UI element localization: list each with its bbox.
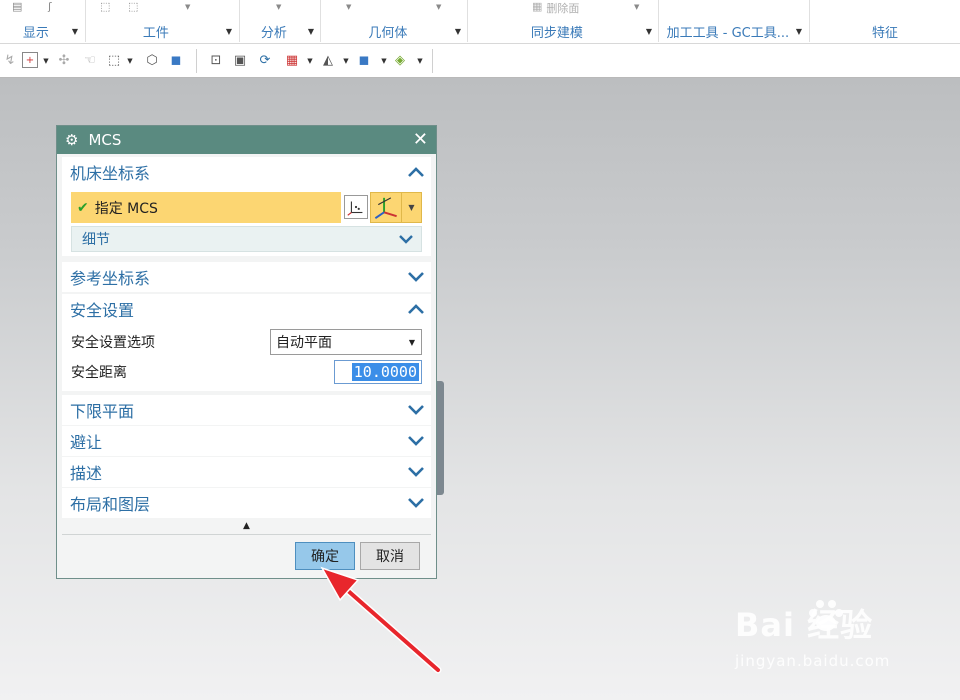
ribbon-group-sync-modeling[interactable]: 同步建模 ▼: [468, 21, 658, 41]
chevron-down-icon: ▼: [225, 26, 232, 36]
section-description: 描述: [62, 457, 431, 487]
dialog-title: MCS: [88, 131, 122, 149]
safe-distance-row: 安全距离 10.0000: [71, 359, 422, 385]
chevron-down-icon: [405, 461, 427, 483]
delete-face-item: ▦ 删除面: [532, 0, 580, 15]
chevron-down-icon[interactable]: ▼: [126, 53, 134, 69]
ok-button[interactable]: 确定: [295, 542, 355, 570]
toolbar-separator: [432, 49, 433, 73]
chevron-down-icon[interactable]: ▼: [416, 53, 424, 69]
ribbon-group-machining-tools[interactable]: 加工工具 - GC工具... ▼: [660, 21, 808, 41]
chevron-down-icon: ▼: [408, 337, 415, 347]
ribbon-group-features[interactable]: 特征: [810, 21, 960, 41]
gear-icon: ⚙: [65, 131, 79, 149]
curve-icon[interactable]: ʃ: [48, 0, 52, 13]
csys-type-button[interactable]: ▼: [370, 192, 422, 223]
csys-dialog-button[interactable]: [344, 195, 368, 219]
watermark-url: jingyan.baidu.com: [735, 652, 891, 670]
chevron-down-icon: ▼: [307, 26, 314, 36]
section-header-description[interactable]: 描述: [62, 457, 431, 487]
check-icon: ✔: [77, 199, 89, 216]
chevron-down-icon: ▼: [645, 26, 652, 36]
chevron-down-icon[interactable]: ▼: [42, 53, 50, 69]
chevron-down-icon: [405, 399, 427, 421]
point-icon[interactable]: ✣: [56, 52, 72, 68]
close-icon[interactable]: ✕: [413, 131, 428, 149]
paw-icon: [809, 600, 843, 631]
chevron-down-icon: [395, 228, 417, 250]
section-layout-layers: 布局和图层: [62, 488, 431, 518]
wireframe-icon[interactable]: ⬡: [144, 52, 160, 68]
section-reference-csys: 参考坐标系: [62, 262, 431, 292]
safe-distance-input[interactable]: 10.0000: [334, 360, 422, 384]
chevron-down-icon: ▼: [795, 26, 802, 36]
chevron-down-icon: [405, 430, 427, 452]
clearance-option-row: 安全设置选项 自动平面 ▼: [71, 329, 422, 355]
ribbon-separator: [658, 0, 659, 42]
baidu-watermark: Bai 经验 jingyan.baidu.com: [735, 600, 915, 680]
chevron-down-icon: ▼: [71, 26, 78, 36]
chevron-up-icon: [405, 298, 427, 320]
ribbon-group-analysis[interactable]: 分析 ▼: [240, 21, 320, 41]
zoom-fit-icon[interactable]: ⊡: [208, 52, 224, 68]
chevron-up-icon: [405, 161, 427, 183]
chevron-down-icon[interactable]: ▼: [380, 53, 388, 69]
toolbar-separator: [196, 49, 197, 73]
chevron-down-icon[interactable]: ▼: [634, 3, 639, 11]
display-cube-icon[interactable]: ◼: [356, 52, 372, 68]
specify-mcs-row[interactable]: ✔ 指定 MCS: [71, 192, 341, 223]
render-style-icon[interactable]: ◭: [320, 52, 336, 68]
section-header-avoidance[interactable]: 避让: [62, 426, 431, 456]
section-avoidance: 避让: [62, 426, 431, 456]
workpiece-icon[interactable]: ⬚: [100, 0, 110, 13]
delete-face-icon: ▦: [532, 0, 543, 13]
section-header-clearance[interactable]: 安全设置: [62, 294, 431, 324]
rotate-icon[interactable]: ⟳: [257, 52, 273, 68]
chevron-down-icon: [405, 492, 427, 514]
view-orient-icon[interactable]: ▦: [284, 52, 300, 68]
section-lower-limit-plane: 下限平面: [62, 395, 431, 425]
zoom-window-icon[interactable]: ▣: [232, 52, 248, 68]
details-subsection[interactable]: 细节: [71, 226, 422, 252]
ribbon-group-workpiece[interactable]: 工件 ▼: [86, 21, 238, 41]
ribbon-group-geometry[interactable]: 几何体 ▼: [321, 21, 467, 41]
collapse-dialog-toggle[interactable]: ▲: [62, 520, 431, 532]
shaded-cube-icon[interactable]: ◼: [168, 52, 184, 68]
chevron-down-icon[interactable]: ▼: [342, 53, 350, 69]
chevron-down-icon[interactable]: ▼: [306, 53, 314, 69]
section-header-layout-layers[interactable]: 布局和图层: [62, 488, 431, 518]
axes-icon: [374, 197, 397, 219]
ribbon-group-display[interactable]: 显示 ▼: [0, 21, 84, 41]
box-select-icon[interactable]: ⬚: [106, 52, 122, 68]
chevron-down-icon: ▼: [454, 26, 461, 36]
section-machine-csys: 机床坐标系 ✔ 指定 MCS ▼ 细节: [62, 157, 431, 256]
chevron-down-icon: [405, 266, 427, 288]
section-view-icon[interactable]: ◈: [392, 52, 408, 68]
triangle-up-icon: ▲: [243, 521, 250, 531]
section-header-lower-limit-plane[interactable]: 下限平面: [62, 395, 431, 425]
selection-toolbar: ↯ + ▼ ✣ ☜ ⬚ ▼ ⬡ ◼ ⊡ ▣ ⟳ ▦ ▼ ◭ ▼ ◼ ▼ ◈ ▼: [0, 44, 960, 78]
chevron-down-icon[interactable]: ▼: [401, 193, 421, 222]
snap-point-icon[interactable]: +: [22, 52, 38, 68]
chevron-down-icon[interactable]: ▼: [436, 3, 441, 11]
section-clearance: 安全设置 安全设置选项 自动平面 ▼ 安全距离 10.0000: [62, 294, 431, 391]
workpiece-icon-2[interactable]: ⬚: [128, 0, 138, 13]
ribbon: ▤ ʃ ⬚ ⬚ ▼ ▼ ▼ ▼ ▼ ▦ 删除面 显示 ▼ 工件 ▼ 分析 ▼ 几…: [0, 0, 960, 44]
display-icon[interactable]: ▤: [12, 0, 22, 13]
select-hand-icon[interactable]: ☜: [82, 52, 98, 68]
select-filter-icon[interactable]: ↯: [2, 52, 18, 68]
ribbon-icon-strip: ▤ ʃ ⬚ ⬚ ▼ ▼ ▼ ▼ ▼: [0, 0, 960, 18]
csys-icon: [347, 201, 363, 216]
section-header-reference-csys[interactable]: 参考坐标系: [62, 262, 431, 292]
section-header-machine-csys[interactable]: 机床坐标系: [62, 157, 431, 187]
clearance-option-select[interactable]: 自动平面 ▼: [270, 329, 422, 355]
chevron-down-icon[interactable]: ▼: [346, 3, 351, 11]
cancel-button[interactable]: 取消: [360, 542, 420, 570]
chevron-down-icon[interactable]: ▼: [276, 3, 281, 11]
chevron-down-icon[interactable]: ▼: [185, 3, 190, 11]
mcs-dialog: ⚙ MCS ✕ 机床坐标系 ✔ 指定 MCS ▼ 细节 参考坐标系 安全设置 安…: [56, 125, 437, 579]
footer-divider: [62, 534, 431, 535]
dialog-title-bar[interactable]: ⚙ MCS ✕: [57, 126, 436, 154]
